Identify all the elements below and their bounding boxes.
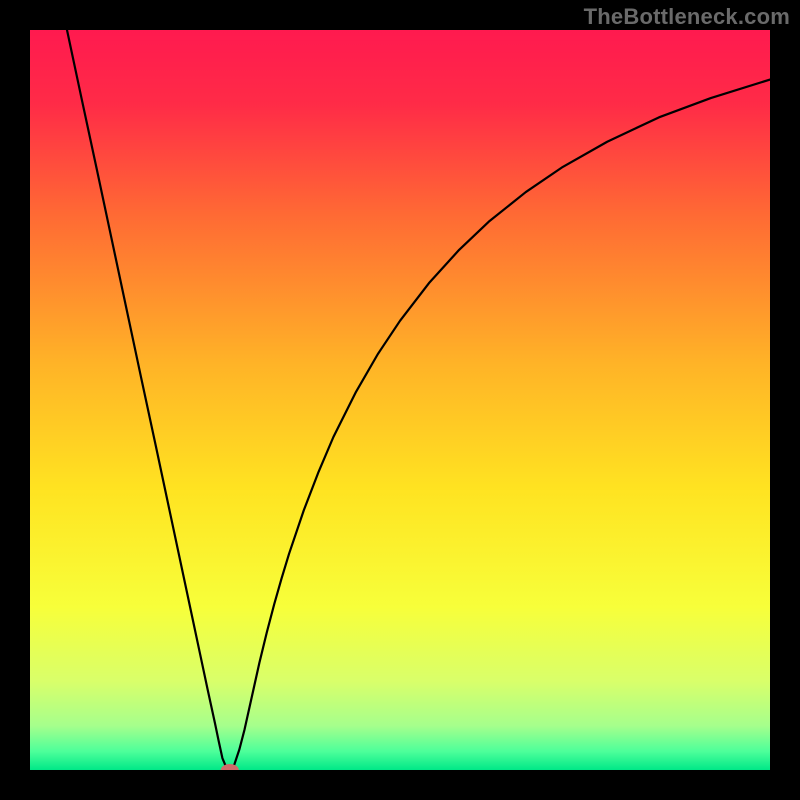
chart-svg [30, 30, 770, 770]
chart-frame: TheBottleneck.com [0, 0, 800, 800]
watermark-text: TheBottleneck.com [584, 4, 790, 30]
gradient-background [30, 30, 770, 770]
plot-area [30, 30, 770, 770]
